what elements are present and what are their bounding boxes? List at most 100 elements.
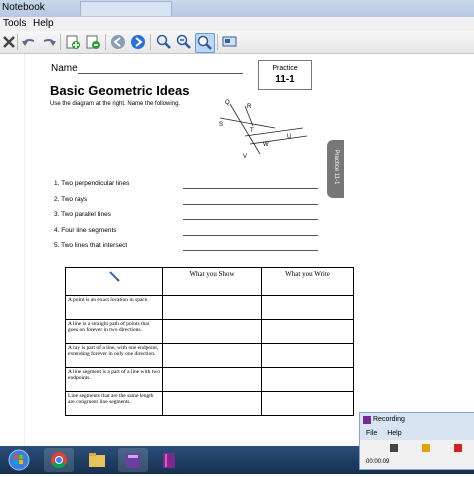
redo-icon[interactable]	[40, 33, 58, 51]
show-cell[interactable]	[162, 343, 262, 368]
title-bar: Notebook	[0, 0, 474, 17]
label-q: Q	[225, 100, 230, 106]
question-3: 3. Two parallel lines	[54, 211, 111, 218]
instructions: Use the diagram at the right. Name the f…	[50, 101, 181, 107]
question-text: Two perpendicular lines	[61, 180, 130, 187]
answer-line[interactable]	[183, 250, 318, 251]
question-text: Two parallel lines	[61, 211, 111, 218]
pause-icon[interactable]	[422, 444, 430, 452]
recorder-body: 00:00:09	[360, 440, 474, 469]
question-5: 5. Two lines that intersect	[54, 242, 127, 249]
line-qv	[229, 103, 261, 155]
show-cell[interactable]	[162, 295, 262, 320]
label-t: T	[250, 128, 254, 134]
chrome-taskbar-icon[interactable]	[44, 448, 74, 472]
toolbar-separator	[60, 34, 61, 50]
write-cell[interactable]	[261, 367, 354, 392]
table-row: A point is an exact location in space.	[65, 295, 354, 320]
practice-box: Practice 11-1	[258, 60, 312, 90]
question-2: 2. Two rays	[54, 196, 87, 203]
practice-side-tab: Practice 11-1	[327, 140, 344, 198]
forward-icon[interactable]	[129, 33, 147, 51]
zoom-in-icon[interactable]	[155, 33, 173, 51]
question-number: 2.	[54, 196, 60, 203]
recorder-menu: File Help	[366, 430, 410, 437]
insert-page-icon[interactable]	[84, 33, 102, 51]
toolbar	[0, 31, 474, 54]
name-line	[78, 73, 243, 74]
recorder-taskbar-icon[interactable]	[154, 448, 184, 472]
geometry-diagram: Q R S T U W V	[219, 100, 308, 160]
back-icon[interactable]	[109, 33, 127, 51]
record-square-icon[interactable]	[390, 444, 398, 452]
question-number: 4.	[54, 227, 60, 234]
stop-icon[interactable]	[454, 444, 462, 452]
label-u: U	[287, 134, 291, 140]
question-1: 1. Two perpendicular lines	[54, 180, 129, 187]
side-tab-label: Practice 11-1	[333, 149, 339, 185]
recorder-window[interactable]: Recording File Help 00:00:09	[359, 412, 474, 470]
add-page-icon[interactable]	[64, 33, 82, 51]
toolbar-separator	[150, 34, 151, 50]
start-button[interactable]	[4, 448, 34, 472]
name-label: Name	[51, 63, 78, 74]
show-cell[interactable]	[162, 391, 262, 416]
menu-tools[interactable]: Tools	[3, 18, 26, 29]
table-row: A ray is part of a line, with one endpoi…	[65, 343, 354, 368]
line-st	[219, 117, 276, 129]
recording-time: 00:00:09	[366, 459, 390, 465]
question-text: Two lines that intersect	[61, 242, 128, 249]
menu-bar: Tools Help	[0, 17, 474, 31]
write-cell[interactable]	[261, 295, 354, 320]
question-4: 4. Four line segments	[54, 227, 117, 234]
write-header: What you Write	[261, 267, 354, 296]
label-r: R	[247, 104, 252, 110]
vocab-table: What you Show What you Write A point is …	[65, 267, 354, 416]
toolbar-separator	[105, 34, 106, 50]
table-header-row: What you Show What you Write	[65, 267, 354, 296]
zoom-out-icon[interactable]	[175, 33, 193, 51]
explorer-taskbar-icon[interactable]	[82, 448, 112, 472]
screen-icon[interactable]	[221, 33, 239, 51]
pencil-icon	[109, 271, 120, 282]
recorder-app-icon	[363, 416, 371, 424]
recorder-menu-file[interactable]: File	[366, 430, 377, 437]
answer-line[interactable]	[183, 204, 318, 205]
answer-line[interactable]	[183, 235, 318, 236]
definition-cell: A line segment is a part of a line with …	[65, 367, 163, 392]
practice-number: 11-1	[275, 74, 295, 85]
definition-cell: A ray is part of a line, with one endpoi…	[65, 343, 163, 368]
write-cell[interactable]	[261, 343, 354, 368]
recorder-title: Recording	[373, 416, 405, 423]
definition-cell: Line segments that are the same length a…	[65, 391, 163, 416]
line-wu	[244, 127, 304, 137]
question-number: 3.	[54, 211, 60, 218]
label-w: W	[263, 142, 269, 148]
zoom-fit-icon[interactable]	[195, 33, 215, 53]
question-number: 5.	[54, 242, 60, 249]
browser-tab[interactable]	[80, 1, 172, 16]
table-row: A line segment is a part of a line with …	[65, 367, 354, 392]
show-cell[interactable]	[162, 319, 262, 344]
pencil-header-cell	[65, 267, 163, 296]
question-text: Four line segments	[61, 227, 117, 234]
undo-icon[interactable]	[20, 33, 38, 51]
answer-line[interactable]	[183, 219, 318, 220]
menu-help[interactable]: Help	[33, 18, 54, 29]
write-cell[interactable]	[261, 319, 354, 344]
answer-line[interactable]	[183, 188, 318, 189]
write-cell[interactable]	[261, 391, 354, 416]
table-row: Line segments that are the same length a…	[65, 391, 354, 416]
question-number: 1.	[54, 180, 60, 187]
question-text: Two rays	[61, 196, 88, 203]
recorder-menu-help[interactable]: Help	[387, 430, 401, 437]
label-s: S	[219, 122, 223, 128]
delete-icon[interactable]	[0, 33, 18, 51]
window-title: Notebook	[2, 2, 45, 13]
table-row: A line is a straight path of points that…	[65, 319, 354, 344]
show-header: What you Show	[162, 267, 262, 296]
notebook-taskbar-icon[interactable]	[118, 448, 148, 472]
show-cell[interactable]	[162, 367, 262, 392]
line-parallel	[249, 135, 308, 145]
worksheet-title: Basic Geometric Ideas	[50, 83, 190, 98]
